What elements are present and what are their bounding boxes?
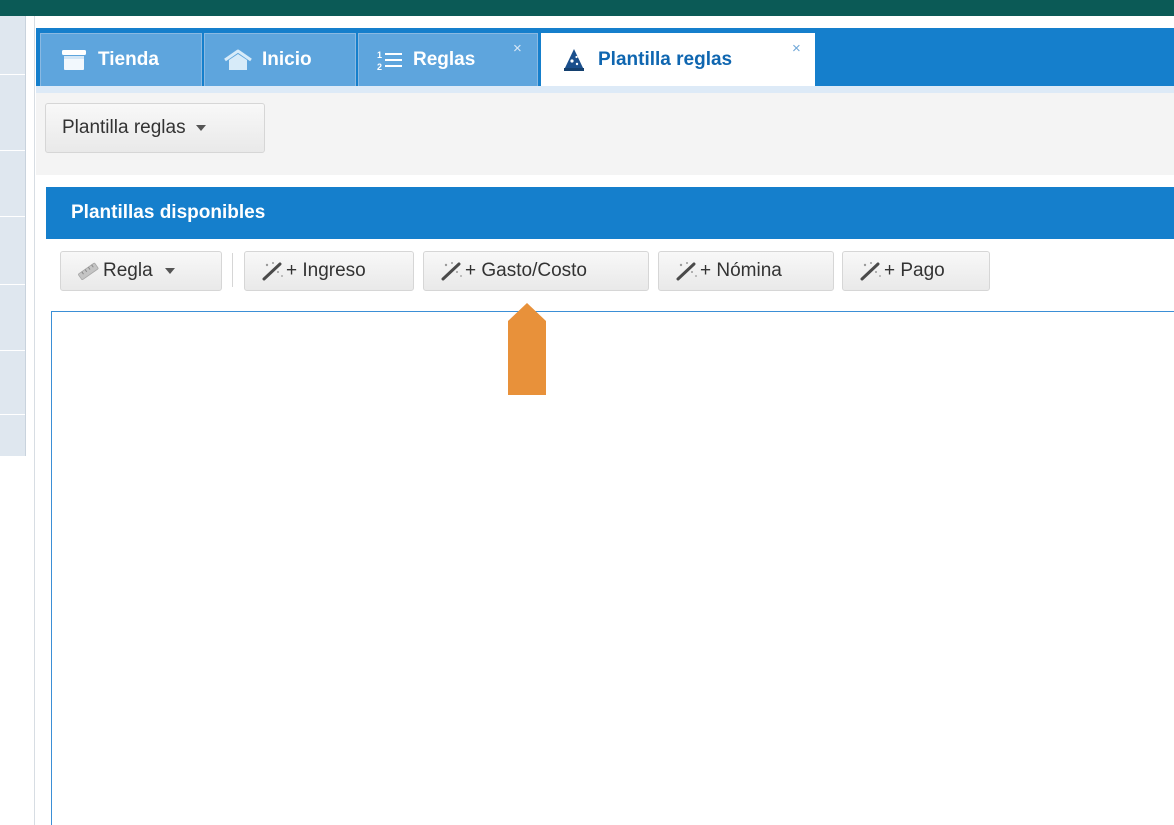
panel-title-text: Plantillas disponibles bbox=[71, 202, 266, 223]
add-nomina-button[interactable]: + Nómina bbox=[658, 251, 834, 291]
tab-plantilla-reglas[interactable]: Plantilla reglas × bbox=[541, 33, 815, 86]
left-rail bbox=[0, 16, 26, 456]
add-gasto-costo-button[interactable]: + Gasto/Costo bbox=[423, 251, 649, 291]
magic-wand-icon bbox=[440, 261, 464, 281]
tab-label: Plantilla reglas bbox=[598, 49, 733, 70]
chevron-down-icon bbox=[195, 125, 206, 131]
templates-list-area[interactable] bbox=[51, 311, 1174, 825]
template-menu-label: Plantilla reglas bbox=[62, 117, 186, 138]
panel-gap bbox=[36, 163, 1174, 175]
close-icon[interactable]: × bbox=[513, 40, 522, 57]
tab-reglas[interactable]: 1 2 Reglas × bbox=[358, 33, 538, 86]
svg-text:1: 1 bbox=[377, 50, 382, 60]
add-pago-button[interactable]: + Pago bbox=[842, 251, 990, 291]
tab-label: Inicio bbox=[262, 49, 312, 70]
tab-tienda[interactable]: Tienda bbox=[40, 33, 202, 86]
ingreso-label: + Ingreso bbox=[286, 260, 366, 281]
rail-edge bbox=[25, 16, 26, 456]
rail-divider bbox=[0, 150, 26, 151]
rail-divider bbox=[0, 284, 26, 285]
panel-title: Plantillas disponibles bbox=[46, 187, 1174, 239]
magic-wand-icon bbox=[261, 261, 285, 281]
tab-label: Tienda bbox=[98, 49, 159, 70]
rail-divider bbox=[0, 350, 26, 351]
numbered-list-icon: 1 2 bbox=[377, 48, 403, 72]
toolbar-separator bbox=[232, 253, 233, 287]
magic-wand-icon bbox=[675, 261, 699, 281]
wizard-hat-icon bbox=[562, 48, 586, 72]
regla-menu-button[interactable]: Regla bbox=[60, 251, 222, 291]
rail-divider bbox=[0, 216, 26, 217]
template-menu-button[interactable]: Plantilla reglas bbox=[45, 103, 265, 153]
close-icon[interactable]: × bbox=[792, 40, 801, 57]
magic-wand-icon bbox=[859, 261, 883, 281]
up-arrow-annotation bbox=[508, 303, 546, 400]
top-bar bbox=[0, 0, 1174, 16]
tab-bar: Tienda Inicio 1 2 Reglas × Plantilla reg… bbox=[36, 28, 1174, 93]
ruler-icon bbox=[77, 262, 99, 280]
chevron-down-icon bbox=[164, 268, 175, 274]
home-icon bbox=[223, 49, 253, 71]
pago-label: + Pago bbox=[884, 260, 945, 281]
rail-divider bbox=[0, 414, 26, 415]
gasto-costo-label: + Gasto/Costo bbox=[465, 260, 587, 281]
rail-divider bbox=[0, 74, 26, 75]
panel-toolbar: Regla + Ingreso + Gasto/Costo + Nómina +… bbox=[46, 239, 1174, 309]
tab-label: Reglas bbox=[413, 49, 476, 70]
add-ingreso-button[interactable]: + Ingreso bbox=[244, 251, 414, 291]
svg-text:2: 2 bbox=[377, 62, 382, 72]
regla-label: Regla bbox=[103, 260, 153, 281]
main-toolbar: Plantilla reglas bbox=[36, 93, 1174, 163]
tab-bar-underline bbox=[36, 86, 1174, 93]
store-icon bbox=[61, 49, 87, 71]
templates-panel: Plantillas disponibles Regla + Ingreso +… bbox=[46, 175, 1174, 825]
tab-inicio[interactable]: Inicio bbox=[204, 33, 356, 86]
nomina-label: + Nómina bbox=[700, 260, 782, 281]
left-border bbox=[34, 16, 35, 825]
